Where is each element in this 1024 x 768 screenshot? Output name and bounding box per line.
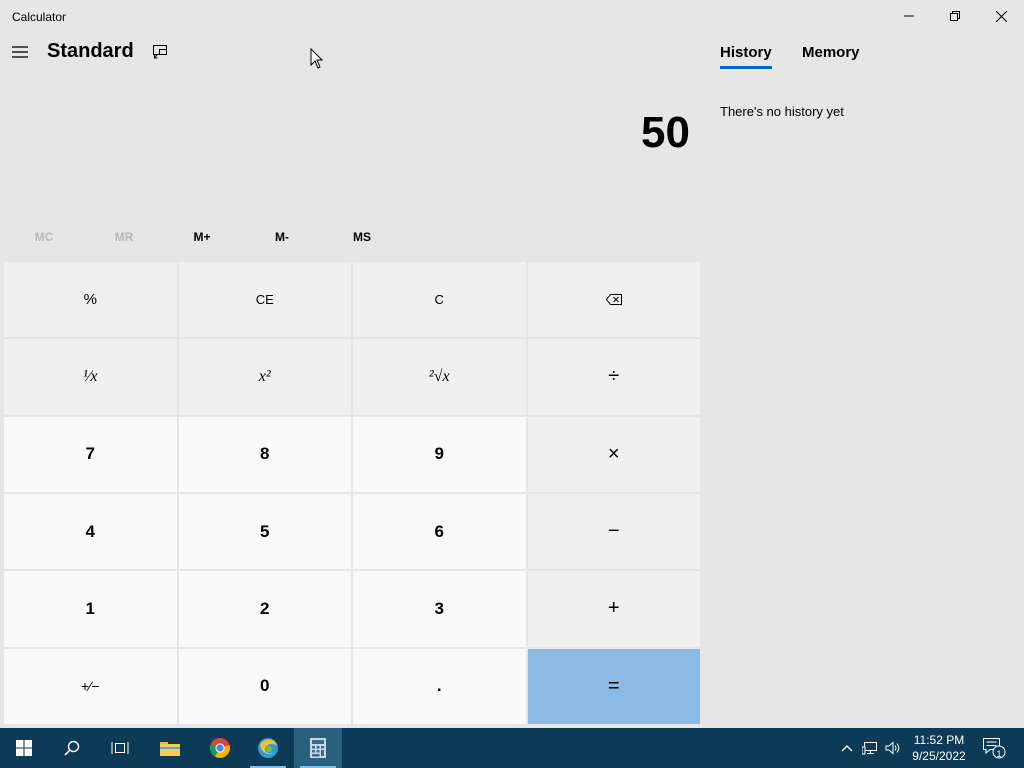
file-explorer-button[interactable]	[146, 728, 194, 768]
equals-button[interactable]: =	[527, 648, 700, 724]
keep-on-top-icon	[153, 45, 167, 59]
reciprocal-label: ¹⁄x	[82, 367, 98, 385]
memory-clear-button[interactable]: MC	[4, 222, 84, 252]
plus-label: +	[607, 597, 620, 620]
calculator-taskbar-button[interactable]	[294, 728, 342, 768]
start-icon	[16, 740, 32, 756]
notification-count: 1	[996, 749, 1002, 759]
tab-history[interactable]: History	[720, 44, 772, 69]
network-icon	[862, 742, 877, 755]
clock-time: 11:52 PM	[913, 733, 965, 747]
title-bar: Calculator	[0, 0, 1024, 32]
clock-date: 9/25/2022	[912, 749, 966, 763]
close-button[interactable]	[978, 0, 1024, 32]
restore-icon	[950, 11, 960, 21]
volume-icon	[885, 741, 900, 755]
memory-subtract-button[interactable]: M-	[242, 222, 322, 252]
memory-add-button[interactable]: M+	[162, 222, 242, 252]
negate-button[interactable]: +⁄−	[4, 648, 177, 724]
minus-label: −	[607, 520, 620, 543]
digit-2-button[interactable]: 2	[178, 571, 351, 647]
restore-button[interactable]	[932, 0, 978, 32]
search-button[interactable]	[48, 728, 96, 768]
memory-recall-button[interactable]: MR	[84, 222, 164, 252]
window-title: Calculator	[12, 10, 67, 24]
digit-8-button[interactable]: 8	[178, 416, 351, 492]
percent-button[interactable]: %	[4, 262, 177, 338]
digit-9-button[interactable]: 9	[353, 416, 526, 492]
digit-7-button[interactable]: 7	[4, 416, 177, 492]
edge-beta-button[interactable]	[244, 728, 292, 768]
memory-controls: MC MR M+ M- MS	[4, 222, 404, 252]
digit-3-button[interactable]: 3	[353, 571, 526, 647]
file-explorer-icon	[160, 742, 180, 756]
minimize-button[interactable]	[886, 0, 932, 32]
divide-button[interactable]: ÷	[527, 339, 700, 415]
square-root-label: ²√x	[428, 367, 450, 385]
digit-0-button[interactable]: 0	[178, 648, 351, 724]
plus-button[interactable]: +	[527, 571, 700, 647]
chevron-up-icon	[841, 745, 853, 752]
history-empty-message: There's no history yet	[720, 104, 844, 119]
taskbar: 11:52 PM 9/25/2022 1	[0, 728, 1024, 768]
digit-5-button[interactable]: 5	[178, 494, 351, 570]
multiply-label: ×	[607, 442, 620, 465]
start-button[interactable]	[0, 728, 48, 768]
task-view-button[interactable]	[96, 728, 144, 768]
edge-beta-icon	[258, 738, 278, 758]
mouse-cursor-icon	[310, 48, 324, 69]
volume-button[interactable]	[885, 740, 901, 756]
multiply-button[interactable]: ×	[527, 416, 700, 492]
backspace-button[interactable]	[527, 262, 700, 338]
chrome-button[interactable]	[196, 728, 244, 768]
task-view-icon	[111, 742, 129, 754]
keep-on-top-button[interactable]	[148, 40, 172, 64]
taskbar-clock[interactable]: 11:52 PM 9/25/2022	[904, 732, 974, 764]
digit-1-button[interactable]: 1	[4, 571, 177, 647]
digit-6-button[interactable]: 6	[353, 494, 526, 570]
minimize-icon	[904, 15, 914, 17]
action-center-button[interactable]: 1	[980, 734, 1008, 762]
memory-store-button[interactable]: MS	[322, 222, 402, 252]
calculator-icon	[310, 738, 326, 758]
divide-label: ÷	[608, 365, 620, 388]
mode-title: Standard	[47, 40, 134, 62]
chrome-icon	[209, 738, 230, 758]
equals-label: =	[607, 674, 620, 697]
keypad: % CE C ¹⁄x x² ²√x ÷ 7 8 9 × 4 5 6 − 1 2 …	[4, 262, 700, 724]
close-icon	[995, 10, 1007, 22]
digit-4-button[interactable]: 4	[4, 494, 177, 570]
clear-button[interactable]: C	[353, 262, 526, 338]
square-button[interactable]: x²	[178, 339, 351, 415]
backspace-icon	[605, 294, 622, 306]
reciprocal-button[interactable]: ¹⁄x	[4, 339, 177, 415]
calculator-display: 50	[641, 108, 690, 157]
clear-entry-button[interactable]: CE	[178, 262, 351, 338]
navigation-menu-button[interactable]	[4, 36, 36, 68]
hamburger-icon	[12, 46, 28, 58]
show-hidden-icons-button[interactable]	[839, 740, 855, 756]
square-label: x²	[258, 367, 271, 385]
network-button[interactable]	[862, 740, 878, 756]
square-root-button[interactable]: ²√x	[353, 339, 526, 415]
search-icon	[64, 740, 80, 756]
decimal-button[interactable]: .	[353, 648, 526, 724]
tab-memory[interactable]: Memory	[802, 44, 860, 61]
minus-button[interactable]: −	[527, 494, 700, 570]
